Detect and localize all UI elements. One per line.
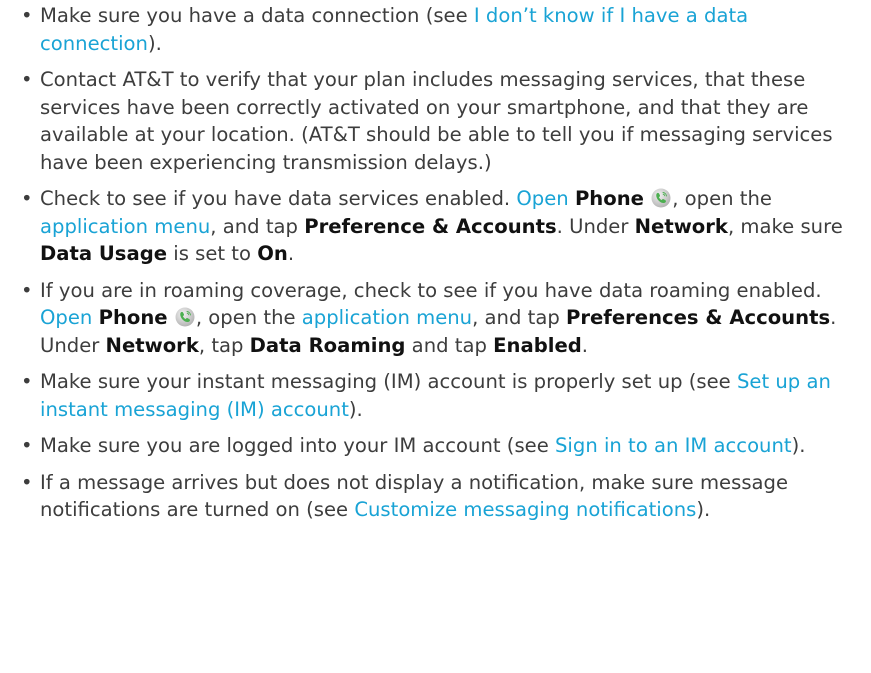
bold-term: Preferences & Accounts [566,306,831,329]
item-text: ). [147,31,162,55]
bold-term: Network [105,333,199,357]
list-item: • Contact AT&T to verify that your plan i… [0,66,871,176]
list-item: • Make sure you are logged into your IM a… [0,432,871,460]
bold-term: Preference & Accounts [304,214,557,238]
link-sign-in-im-account[interactable]: Sign in to an IM account [555,434,792,457]
item-text: ). [696,498,711,521]
phone-handset-icon [175,307,195,327]
bold-term: Network [634,214,728,238]
list-item: • Make sure you have a data connection (s… [0,2,871,57]
item-text: . Under [556,214,635,238]
troubleshooting-list: • Make sure you have a data connection (s… [0,2,871,533]
item-text: is set to [167,242,258,265]
item-text: Contact AT&T to verify that your plan in… [40,68,833,174]
item-text: Make sure your instant messaging (IM) ac… [40,370,737,393]
item-text: , open the [195,306,302,329]
bold-term: Enabled [493,333,582,357]
bullet: • [21,278,33,302]
bullet: • [21,470,33,494]
phone-label: Phone [574,187,644,210]
bullet: • [21,434,33,457]
list-item: • Make sure your instant messaging (IM) a… [0,368,871,423]
link-customize-notifications[interactable]: Customize messaging notifications [354,498,696,521]
link-application-menu[interactable]: application menu [40,215,210,238]
phone-label: Phone [98,306,168,329]
item-text: , open the [672,187,772,210]
item-text: Make sure you are logged into your IM ac… [40,434,555,457]
bullet: • [21,68,33,91]
bullet: • [21,4,33,27]
item-text: , and tap [472,306,566,329]
item-text: and tap [405,333,494,357]
item-text: Check to see if you have data services e… [40,187,517,210]
item-text: . [581,333,588,357]
list-item: • Check to see if you have data services … [0,185,871,268]
link-open[interactable]: Open [516,187,568,210]
item-text: . [287,242,295,265]
bold-term: Data Roaming [249,333,406,357]
link-open[interactable]: Open [40,306,92,329]
list-item: • If a message arrives but does not displ… [0,469,871,524]
item-text: ). [791,434,806,457]
item-text: , make sure [727,214,843,238]
link-application-menu[interactable]: application menu [302,306,472,329]
bullet: • [21,187,33,210]
bold-term: On [257,242,288,265]
item-text: , and tap [210,214,305,238]
item-text: ). [348,397,363,421]
bold-term: Data Usage [40,242,168,265]
item-text: , tap [198,333,250,357]
bullet: • [21,370,33,393]
item-text: If you are in roaming coverage, check to… [40,278,822,302]
item-text: Make sure you have a data connection (se… [40,4,474,27]
phone-handset-icon [651,188,671,208]
list-item: • If you are in roaming coverage, check t… [0,277,871,360]
